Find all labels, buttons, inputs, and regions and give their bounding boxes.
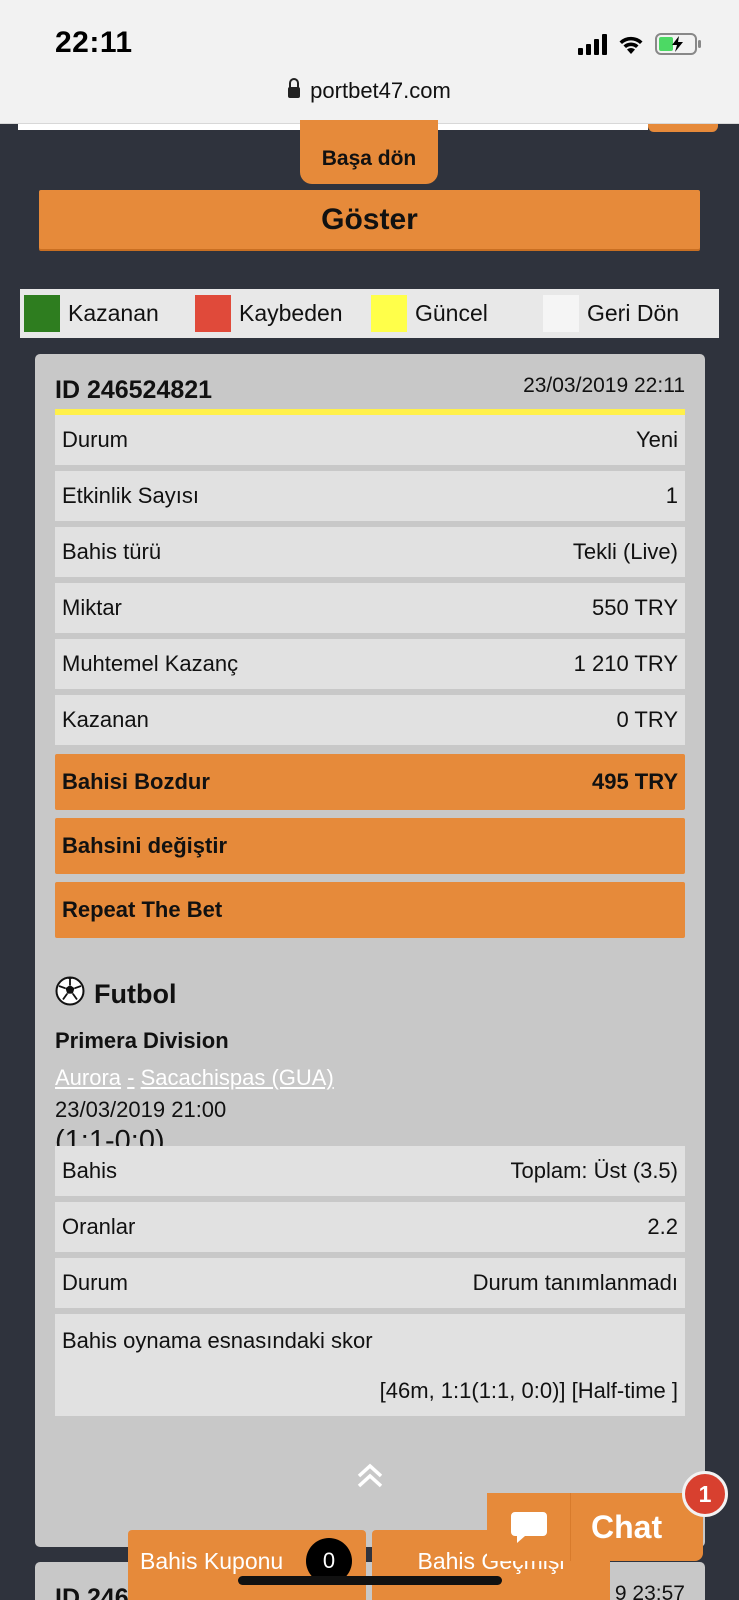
soccer-ball-icon [55,976,85,1013]
bet-card: ID 246524821 23/03/2019 22:11 Durum Yeni… [35,354,705,1547]
detail-value: 1 [665,483,678,508]
cashout-button[interactable]: Bahisi Bozdur 495 TRY [55,754,685,810]
chat-label: Chat [591,1508,663,1545]
legend-label: Kazanan [68,300,159,326]
double-chevron-up-icon[interactable] [355,1462,385,1495]
legend-swatch [543,295,579,332]
legend-swatch [371,295,407,332]
legend-item-won: Kazanan [24,289,195,338]
status-legend: Kazanan Kaybeden Güncel Geri Dön [20,289,719,338]
bet-datetime: 23/03/2019 22:11 [523,374,685,397]
legend-item-lost: Kaybeden [195,289,371,338]
detail-value: 0 TRY [616,707,678,732]
bet-id: ID 246524821 [55,376,213,404]
bet-coupon-tab[interactable]: Bahis Kuponu 0 [128,1530,366,1600]
wifi-icon [617,33,645,55]
status-time: 22:11 [55,26,133,59]
home-indicator[interactable] [238,1576,502,1585]
search-button-remnant [648,124,718,132]
status-icons [578,30,703,58]
chat-bubble-icon [487,1493,571,1561]
next-bet-datetime: 9 23:57 [614,1582,685,1600]
back-to-top-button[interactable]: Başa dön [300,120,438,184]
detail-row-potential-win: Muhtemel Kazanç 1 210 TRY [55,639,685,689]
legend-label: Güncel [415,300,488,326]
detail-row-winnings: Kazanan 0 TRY [55,695,685,745]
detail-row-amount: Miktar 550 TRY [55,583,685,633]
battery-charging-icon [655,32,703,56]
detail-value: Tekli (Live) [572,539,678,564]
event-label: Bahis [62,1158,118,1183]
show-button[interactable]: Göster [39,190,700,249]
address-bar[interactable]: portbet47.com [0,78,739,104]
lock-icon [288,78,301,99]
cashout-label: Bahisi Bozdur [62,769,210,794]
change-bet-label: Bahsini değiştir [62,833,228,858]
detail-value: 550 TRY [591,595,678,620]
event-row-status: Durum Durum tanımlanmadı [55,1258,685,1308]
detail-value: 1 210 TRY [573,651,678,676]
sport-heading: Futbol [55,976,176,1013]
match-datetime: 23/03/2019 21:00 [55,1097,227,1122]
event-label: Durum [62,1270,129,1295]
legend-swatch [195,295,231,332]
repeat-bet-button[interactable]: Repeat The Bet [55,882,685,938]
event-value: [46m, 1:1(1:1, 0:0)] [Half-time ] [379,1378,678,1403]
team-home-link[interactable]: Aurora [55,1065,121,1090]
event-label: Oranlar [62,1214,136,1239]
browser-header: 22:11 portbet47.com [0,0,739,124]
event-value: Durum tanımlanmadı [472,1270,678,1295]
detail-row-bet-type: Bahis türü Tekli (Live) [55,527,685,577]
repeat-bet-label: Repeat The Bet [62,897,223,922]
team-away-link[interactable]: Sacachispas (GUA) [141,1065,334,1090]
detail-label: Miktar [62,595,122,620]
detail-row-event-count: Etkinlik Sayısı 1 [55,471,685,521]
detail-value: Yeni [635,427,678,452]
team-separator: - [127,1065,135,1090]
legend-swatch [24,295,60,332]
sport-name: Futbol [94,979,177,1009]
next-bet-id: ID 246 [55,1584,129,1600]
match-teams: Aurora - Sacachispas (GUA) [55,1065,334,1091]
bet-coupon-label: Bahis Kuponu [140,1548,284,1574]
event-row-bet: Bahis Toplam: Üst (3.5) [55,1146,685,1196]
legend-item-returned: Geri Dön [543,289,713,338]
chat-button[interactable]: Chat [487,1493,703,1561]
detail-label: Kazanan [62,707,149,732]
event-value: Toplam: Üst (3.5) [510,1158,679,1183]
detail-label: Bahis türü [62,539,162,564]
change-bet-button[interactable]: Bahsini değiştir [55,818,685,874]
chat-notification-badge: 1 [682,1471,728,1517]
event-row-odds: Oranlar 2.2 [55,1202,685,1252]
detail-row-status: Durum Yeni [55,415,685,465]
legend-label: Kaybeden [239,300,343,326]
detail-label: Muhtemel Kazanç [62,651,239,676]
legend-item-current: Güncel [371,289,543,338]
detail-label: Durum [62,427,129,452]
url-text: portbet47.com [310,78,451,103]
cellular-signal-icon [578,33,607,55]
event-value: 2.2 [647,1214,678,1239]
legend-label: Geri Dön [587,300,680,326]
event-label: Bahis oynama esnasındaki skor [62,1328,373,1353]
event-row-score-at-bet: Bahis oynama esnasındaki skor [46m, 1:1(… [55,1314,685,1416]
cashout-value: 495 TRY [591,769,678,794]
detail-label: Etkinlik Sayısı [62,483,199,508]
league-name: Primera Division [55,1028,229,1053]
